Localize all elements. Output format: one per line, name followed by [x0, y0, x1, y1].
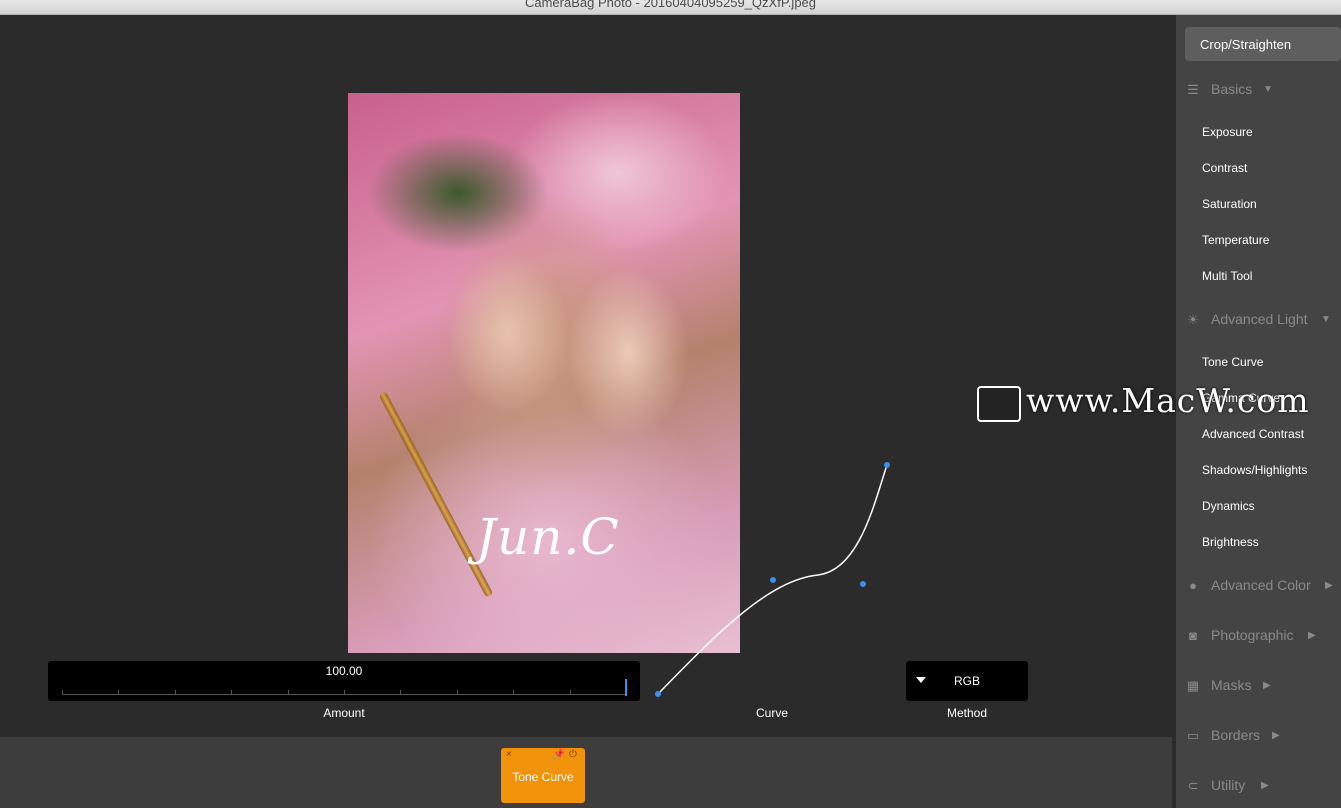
chevron-right-icon: ▶: [1261, 780, 1269, 791]
section-masks[interactable]: ▦ Masks ▶: [1185, 677, 1285, 699]
sidebar-item-brightness[interactable]: Brightness: [1202, 535, 1259, 549]
sidebar-item-exposure[interactable]: Exposure: [1202, 125, 1253, 139]
method-label: Method: [946, 706, 988, 720]
sliders-icon: ☰: [1187, 82, 1199, 97]
power-icon[interactable]: ⏻: [569, 749, 577, 760]
section-utility[interactable]: ⊂ Utility ▶: [1185, 777, 1285, 799]
sidebar-item-advanced-contrast[interactable]: Advanced Contrast: [1202, 427, 1304, 441]
layers-panel: [0, 737, 1172, 808]
section-utility-label: Utility: [1211, 777, 1246, 793]
section-photographic[interactable]: ◙ Photographic ▶: [1185, 627, 1325, 649]
sidebar-item-dynamics[interactable]: Dynamics: [1202, 499, 1255, 513]
amount-label: Amount: [323, 706, 365, 720]
amount-thumb[interactable]: [625, 679, 627, 696]
watermark: www.MacW.com: [972, 381, 1340, 425]
section-advanced-light-label: Advanced Light: [1211, 311, 1308, 327]
section-borders[interactable]: ▭ Borders ▶: [1185, 727, 1295, 749]
sidebar-item-multi-tool[interactable]: Multi Tool: [1202, 269, 1252, 283]
pin-icon[interactable]: 📌: [553, 749, 565, 760]
close-icon[interactable]: ×: [506, 749, 512, 760]
curve-point-end: [884, 462, 890, 468]
sidebar-item-saturation[interactable]: Saturation: [1202, 197, 1257, 211]
section-advanced-color[interactable]: ● Advanced Color ▶: [1185, 577, 1341, 599]
watermark-text: www.MacW.com: [1026, 381, 1310, 420]
curve-handle-2: [860, 581, 866, 587]
watermark-logo-icon: [977, 386, 1021, 422]
section-advanced-light[interactable]: ☀ Advanced Light ▼: [1185, 311, 1341, 333]
amount-value: 100.00: [325, 664, 363, 678]
chevron-down-icon: ▼: [1321, 314, 1331, 325]
section-borders-label: Borders: [1211, 727, 1261, 743]
camera-icon: ◙: [1189, 628, 1197, 643]
amount-track[interactable]: [62, 679, 627, 696]
chevron-right-icon: ▶: [1263, 680, 1271, 691]
crop-straighten-label: Crop/Straighten: [1200, 37, 1292, 52]
dropdown-arrow-icon: [916, 677, 926, 683]
color-circles-icon: ●: [1189, 578, 1197, 593]
amount-slider[interactable]: 100.00: [48, 661, 640, 701]
section-masks-label: Masks: [1211, 677, 1252, 693]
sidebar-item-temperature[interactable]: Temperature: [1202, 233, 1269, 247]
sidebar-item-tone-curve[interactable]: Tone Curve: [1202, 355, 1263, 369]
sidebar-item-shadows-highlights[interactable]: Shadows/Highlights: [1202, 463, 1307, 477]
sidebar-item-contrast[interactable]: Contrast: [1202, 161, 1247, 175]
section-photographic-label: Photographic: [1211, 627, 1294, 643]
section-basics[interactable]: ☰ Basics ▼: [1185, 81, 1295, 103]
layer-name: Tone Curve: [512, 770, 574, 784]
crop-straighten-button[interactable]: Crop/Straighten: [1185, 27, 1341, 61]
method-value: RGB: [953, 674, 980, 688]
utility-icon: ⊂: [1187, 778, 1199, 793]
chevron-right-icon: ▶: [1308, 630, 1316, 641]
section-basics-label: Basics: [1211, 81, 1253, 97]
chevron-right-icon: ▶: [1325, 580, 1333, 591]
curve-point-start: [655, 691, 661, 697]
curve-label: Curve: [755, 706, 788, 720]
section-advanced-color-label: Advanced Color: [1211, 577, 1311, 593]
curve-handle-1: [770, 577, 776, 583]
mask-icon: ▦: [1186, 678, 1200, 693]
chevron-right-icon: ▶: [1272, 730, 1280, 741]
sun-icon: ☀: [1187, 312, 1199, 327]
layer-tone-curve[interactable]: × 📌 ⏻ Tone Curve: [501, 748, 585, 803]
method-dropdown[interactable]: RGB: [906, 661, 1028, 701]
border-icon: ▭: [1186, 728, 1200, 743]
chevron-down-icon: ▼: [1263, 84, 1273, 95]
